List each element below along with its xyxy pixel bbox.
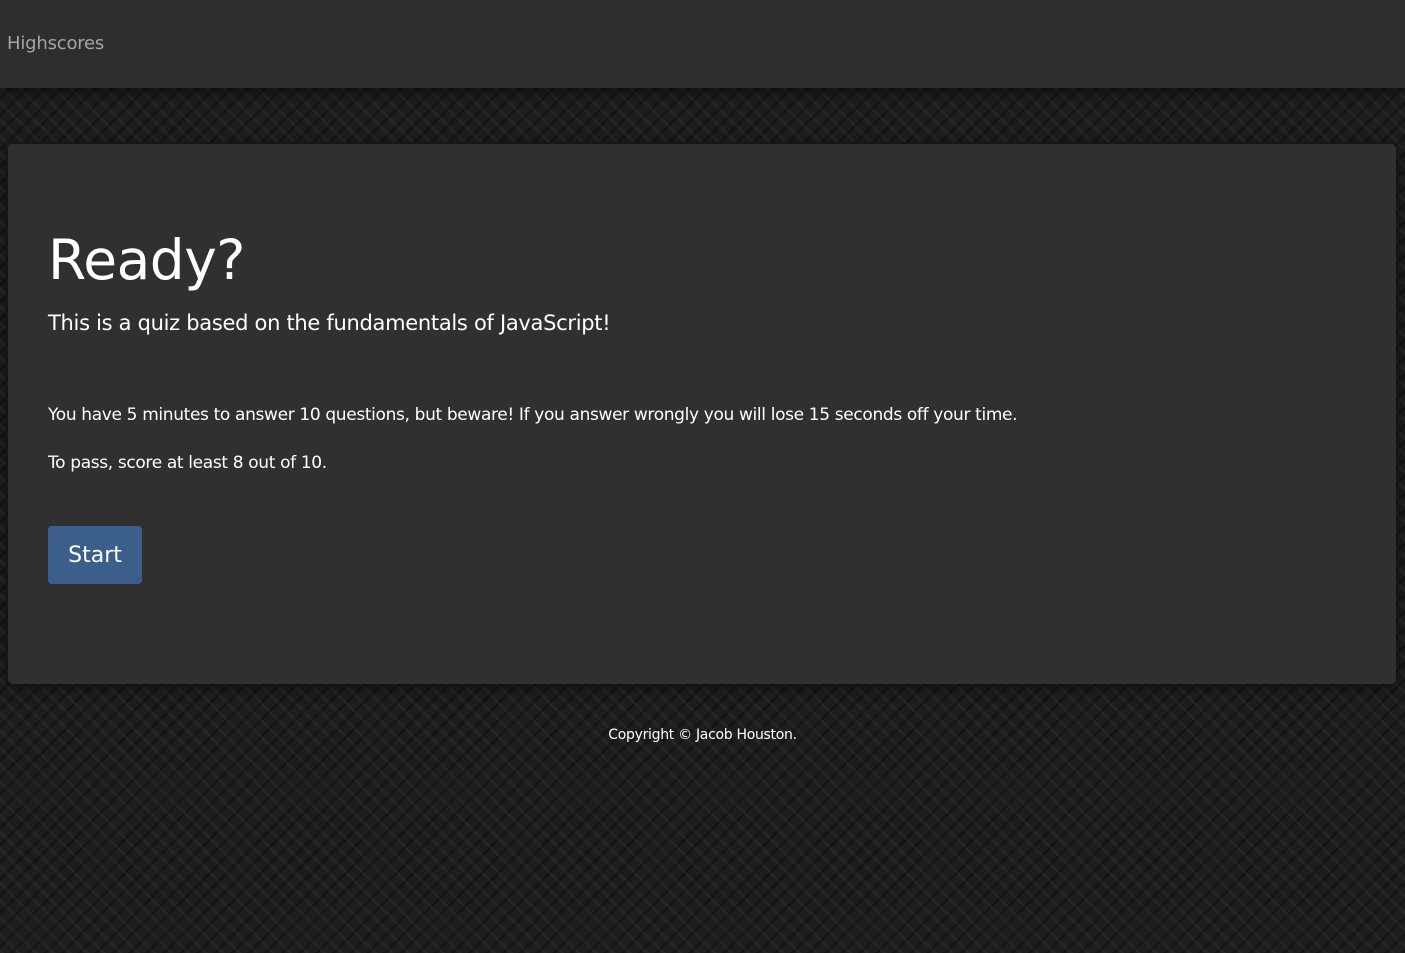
highscores-link[interactable]: Highscores — [7, 32, 104, 56]
copyright-text: Copyright © Jacob Houston. — [608, 727, 797, 743]
pass-requirement-text: To pass, score at least 8 out of 10. — [48, 453, 327, 473]
quiz-rules-text: You have 5 minutes to answer 10 question… — [48, 405, 1018, 425]
page-title: Ready? — [48, 228, 245, 292]
footer: Copyright © Jacob Houston. — [0, 724, 1405, 746]
top-navbar: Highscores — [0, 0, 1405, 88]
quiz-subtitle: This is a quiz based on the fundamentals… — [48, 311, 611, 335]
start-button[interactable]: Start — [48, 526, 142, 584]
quiz-intro-card: Ready? This is a quiz based on the funda… — [8, 144, 1396, 684]
